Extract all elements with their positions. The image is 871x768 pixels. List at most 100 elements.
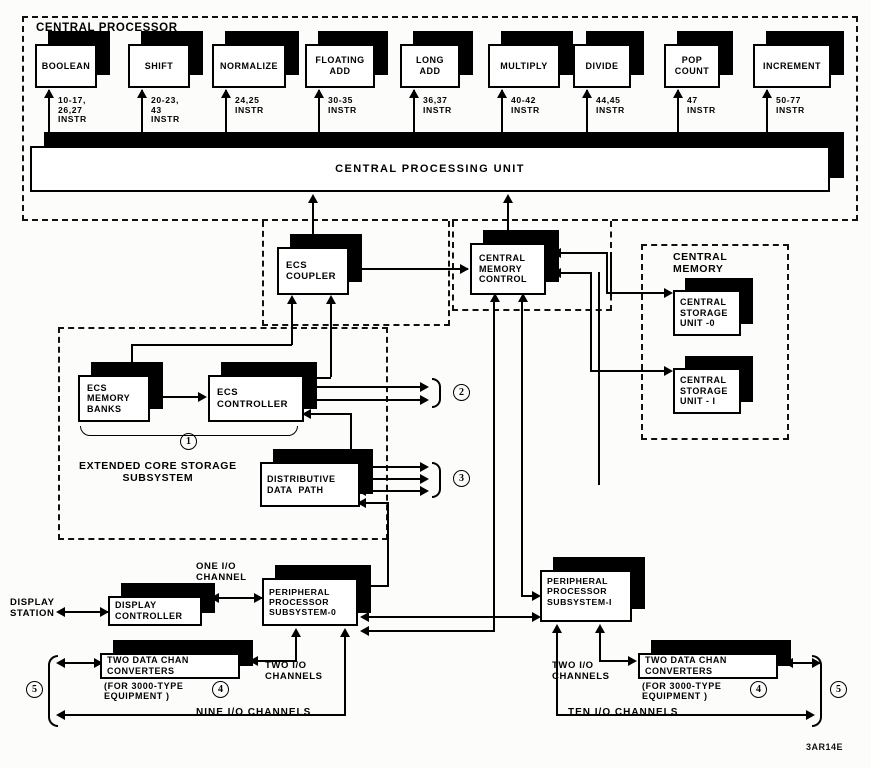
block-central-processing-unit[interactable]: CENTRAL PROCESSING UNIT [30,132,844,192]
label-two-io-channels-right: TWO I/O CHANNELS [552,660,610,682]
block-central-storage-unit-0[interactable]: CENTRAL STORAGE UNIT -0 [673,278,753,336]
ecs-ctrl-side-face [304,362,317,409]
block-functional-unit-4[interactable]: LONG ADD [400,31,473,88]
block-central-memory-control[interactable]: CENTRAL MEMORY CONTROL [470,230,559,295]
block-pp-subsystem-1[interactable]: PERIPHERAL PROCESSOR SUBSYSTEM-I [540,557,645,622]
block-pp-subsystem-0[interactable]: PERIPHERAL PROCESSOR SUBSYSTEM-0 [262,565,371,626]
fu-3-side-face [375,31,388,75]
fu-0-label: BOOLEAN [41,60,91,71]
csu1-front-face: CENTRAL STORAGE UNIT - I [673,368,741,414]
arrowhead-nine-io-left [56,710,65,720]
arrowhead-controller-in [198,392,207,402]
fu-4-front-face: LONG ADD [400,44,460,88]
region-ecs-label: EXTENDED CORE STORAGE SUBSYSTEM [79,460,237,484]
fu-1-label: SHIFT [144,60,174,71]
block-central-storage-unit-1[interactable]: CENTRAL STORAGE UNIT - I [673,356,753,414]
dispctrl-front-face: DISPLAY CONTROLLER [108,596,202,626]
note-marker-bus-group-2: 2 [453,384,470,401]
fu-2-front-face: NORMALIZE [212,44,286,88]
fu-2-side-face [286,31,299,75]
block-ecs-controller[interactable]: ECS CONTROLLER [208,362,317,422]
pp0-side-face [358,565,371,613]
bracket-bus-group-2 [432,378,441,408]
arrowhead-bus2-b [420,395,429,405]
block-functional-unit-1[interactable]: SHIFT [128,31,203,88]
block-functional-unit-2[interactable]: NORMALIZE [212,31,299,88]
arrowhead-bus3-a [420,462,429,472]
block-display-controller[interactable]: DISPLAY CONTROLLER [108,583,215,626]
cpu-bar-front-face: CENTRAL PROCESSING UNIT [30,146,830,192]
ecs-coupler-side-face [349,234,362,282]
arrowhead-pp0-bottom-right [340,628,350,637]
wire-ecs-to-ddp-h [307,413,351,415]
block-data-chan-converters-right[interactable]: TWO DATA CHAN CONVERTERS [638,640,791,679]
ddp-top-face [273,449,373,462]
pp0-top-face [275,565,371,578]
wire-dcc-right-v [599,628,601,662]
wire-ten-io-h [556,714,812,716]
block-functional-unit-0[interactable]: BOOLEAN [35,31,110,88]
fu-6-side-face [631,31,644,75]
wire-cmc-csu0-c [606,292,668,294]
fu-3-instr-label: 30-35 INSTR [328,95,357,115]
fu-4-label: LONG ADD [416,55,444,76]
wire-nine-io-v [344,632,346,716]
wire-ecs-bus2-a [307,386,425,388]
pp0-label: PERIPHERAL PROCESSOR SUBSYSTEM-0 [269,586,337,618]
fu-8-instr-label: 50-77 INSTR [776,95,805,115]
fu-5-instr-label: 40-42 INSTR [511,95,540,115]
csu1-side-face [741,356,753,402]
arrowhead-pp1-bottom-left [552,624,562,633]
label-nine-io-channels: NINE I/O CHANNELS [196,707,312,718]
arrowhead-dcc-right-out-right [812,658,821,668]
fu-6-front-face: DIVIDE [573,44,631,88]
block-functional-unit-3[interactable]: FLOATING ADD [305,31,388,88]
fu-2-label: NORMALIZE [220,60,278,71]
note-marker-ecs-group: 1 [180,433,197,450]
wire-cmc-csu1-a [560,272,592,274]
dcc-left-sublabel: (FOR 3000-TYPE EQUIPMENT ) [104,681,184,702]
block-functional-unit-7[interactable]: POP COUNT [664,31,733,88]
block-data-chan-converters-left[interactable]: TWO DATA CHAN CONVERTERS [100,640,253,679]
block-functional-unit-5[interactable]: MULTIPLY [488,31,573,88]
bracket-bus-group-3 [432,462,441,498]
cmc-side-face [546,230,559,282]
fu-1-instr-label: 20-23, 43 INSTR [151,95,180,125]
wire-cmc-wrap-a [610,252,612,296]
figure-id: 3AR14E [806,742,844,752]
fu-6-label: DIVIDE [585,60,619,71]
pp1-label: PERIPHERAL PROCESSOR SUBSYSTEM-I [547,576,612,607]
fu-5-front-face: MULTIPLY [488,44,560,88]
arrowhead-csu0-in [664,288,673,298]
ecs-ctrl-label: ECS CONTROLLER [217,387,288,410]
arrowhead-coupler-bottom-right [326,295,336,304]
dcc-right-top-face [651,640,791,653]
fu-5-label: MULTIPLY [500,60,548,71]
fu-3-label: FLOATING ADD [315,55,365,76]
fu-8-side-face [831,31,844,75]
wire-cmc-wrap-c [598,272,600,485]
ecs-ctrl-front-face: ECS CONTROLLER [208,375,304,422]
dispctrl-label: DISPLAY CONTROLLER [115,600,183,621]
wire-cmc-csu0-b [606,252,608,293]
fu-6-instr-label: 44,45 INSTR [596,95,625,115]
fu-5-side-face [560,31,573,75]
wire-banks-controller [157,396,203,398]
arrowhead-dcc-left-out [56,658,65,668]
label-two-io-channels-left: TWO I/O CHANNELS [265,660,323,682]
arrowhead-dcc-right-in [628,656,637,666]
block-ecs-memory-banks[interactable]: ECS MEMORY BANKS [78,362,163,422]
block-distributive-data-path[interactable]: DISTRIBUTIVE DATA PATH [260,449,373,507]
arrowhead-bus2-a [420,382,429,392]
cpu-bar-side-face [830,132,844,178]
wire-cmc-csu1-c [590,370,668,372]
dcc-right-side-face [778,640,791,666]
cmc-label: CENTRAL MEMORY CONTROL [479,253,527,285]
block-functional-unit-6[interactable]: DIVIDE [573,31,644,88]
note-marker-dcc-left: 4 [212,681,229,698]
wire-cmc-pp0-h [365,630,495,632]
fu-1-side-face [190,31,203,75]
block-ecs-coupler[interactable]: ECS COUPLER [277,234,362,295]
block-functional-unit-8[interactable]: INCREMENT [753,31,844,88]
region-central-memory-label: CENTRAL MEMORY [673,251,728,275]
